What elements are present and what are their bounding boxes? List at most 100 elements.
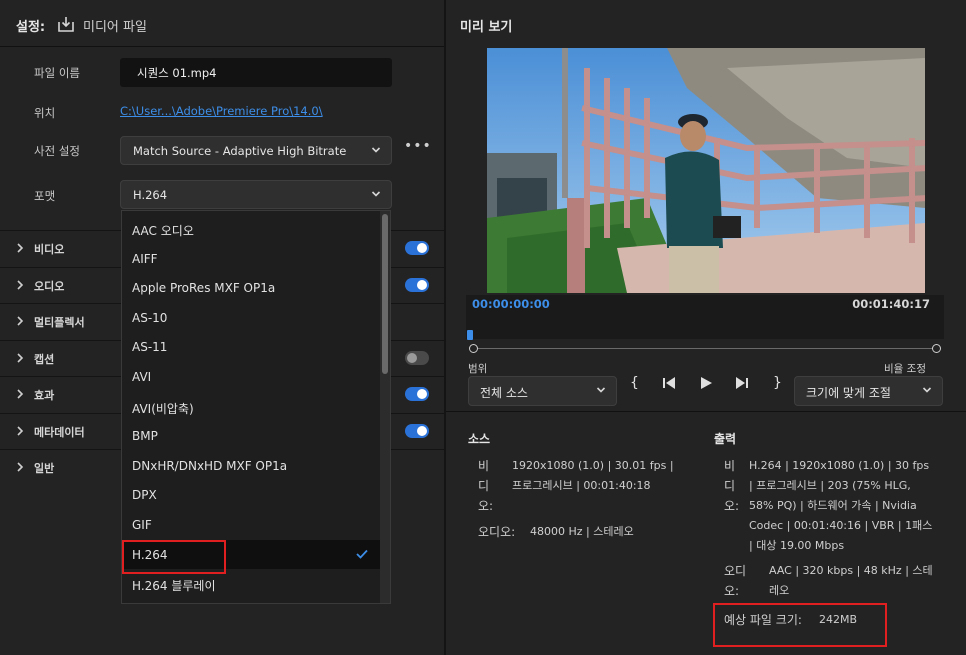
scale-label: 비율 조정 — [884, 363, 926, 375]
format-option-label: AS-11 — [132, 340, 168, 355]
chevron-right-icon — [17, 389, 24, 399]
chevron-right-icon — [17, 352, 24, 363]
scale-select[interactable]: 크기에 맞게 조절 — [794, 376, 943, 406]
format-option[interactable]: DNxHR/DNxHD MXF OP1a — [122, 451, 380, 481]
more-options-icon[interactable]: ••• — [404, 138, 431, 160]
format-option[interactable]: AAC 오디오 — [122, 214, 380, 244]
chevron-right-icon — [17, 462, 24, 472]
format-option[interactable]: AIFF — [122, 244, 380, 274]
format-option[interactable]: Apple ProRes MXF OP1a — [122, 273, 380, 303]
range-start-handle[interactable] — [469, 344, 478, 353]
format-select[interactable]: H.264 — [120, 180, 392, 209]
chevron-down-icon — [922, 387, 932, 393]
playhead[interactable] — [467, 330, 473, 340]
duration-timecode: 00:01:40:17 — [852, 297, 930, 311]
section-label: 메타데이터 — [34, 425, 85, 439]
preview-divider — [446, 411, 966, 412]
section-toggle[interactable] — [405, 350, 429, 365]
format-option[interactable]: AVI — [122, 362, 380, 392]
filesize-value: 242MB — [819, 613, 858, 626]
source-audio-value: 48000 Hz | 스테레오 — [530, 525, 634, 538]
format-option-label: H.264 블루레이 — [132, 579, 216, 594]
range-select[interactable]: 전체 소스 — [468, 376, 617, 406]
source-video-value: 1920x1080 (1.0) | 30.01 fps | 프로그레시브 | 0… — [512, 459, 674, 492]
format-option[interactable]: AS-10 — [122, 303, 380, 333]
location-link[interactable]: C:\User...\Adobe\Premiere Pro\14.0\ — [120, 104, 323, 118]
filename-label: 파일 이름 — [34, 66, 80, 80]
range-value: 전체 소스 — [480, 386, 528, 400]
section-toggle[interactable] — [405, 241, 429, 255]
range-label: 범위 — [468, 363, 488, 375]
output-audio-key: 오디오: — [724, 564, 747, 598]
format-label: 포맷 — [34, 189, 56, 203]
section-label: 오디오 — [34, 279, 65, 293]
section-label: 비디오 — [34, 243, 65, 256]
format-option-label: DPX — [132, 488, 157, 503]
format-option-label: AS-10 — [132, 310, 168, 325]
import-icon[interactable] — [57, 15, 75, 33]
dropdown-scrollbar[interactable] — [380, 211, 390, 603]
mark-in-button[interactable]: { — [630, 375, 648, 391]
format-option-label: AAC 오디오 — [132, 224, 194, 238]
checkmark-icon — [356, 549, 368, 559]
format-option-label: GIF — [132, 518, 152, 532]
source-audio-key: 오디오: — [478, 525, 516, 539]
chevron-down-icon — [371, 191, 381, 197]
location-label: 위치 — [34, 106, 56, 120]
format-option[interactable]: GIF — [122, 510, 380, 540]
scale-value: 크기에 맞게 조절 — [806, 386, 891, 400]
format-option-label: AVI(비압축) — [132, 401, 194, 416]
format-option[interactable]: AS-11 — [122, 332, 380, 362]
preset-value: Match Source - Adaptive High Bitrate — [133, 144, 347, 158]
chevron-right-icon — [17, 316, 24, 326]
filesize-label: 예상 파일 크기: — [724, 613, 802, 627]
output-video-value: H.264 | 1920x1080 (1.0) | 30 fps | 프로그레시… — [749, 459, 933, 552]
section-label: 캡션 — [34, 352, 55, 366]
chevron-down-icon — [596, 387, 606, 393]
range-end-handle[interactable] — [932, 344, 941, 353]
chevron-down-icon — [371, 147, 381, 153]
media-file-tab[interactable]: 미디어 파일 — [83, 16, 147, 35]
section-toggle[interactable] — [405, 277, 429, 292]
step-forward-icon[interactable] — [733, 375, 751, 391]
scrollbar-thumb[interactable] — [382, 214, 388, 374]
range-line — [474, 348, 937, 349]
highlight-box-format — [122, 540, 226, 574]
section-toggle[interactable] — [405, 387, 429, 401]
filename-input[interactable]: 시퀀스 01.mp4 — [120, 58, 392, 87]
format-option-label: AVI — [132, 370, 152, 384]
format-option-label: BMP — [132, 429, 158, 444]
preset-label: 사전 설정 — [34, 144, 80, 158]
preset-select[interactable]: Match Source - Adaptive High Bitrate — [120, 136, 392, 165]
filename-value: 시퀀스 01.mp4 — [137, 66, 217, 80]
format-option[interactable]: AVI(비압축) — [122, 392, 380, 422]
format-option-label: DNxHR/DNxHD MXF OP1a — [132, 458, 288, 473]
format-option-label: Apple ProRes MXF OP1a — [132, 281, 276, 296]
settings-title: 설정: — [16, 20, 46, 35]
section-label: 멀티플렉서 — [34, 316, 85, 329]
output-title: 출력 — [714, 432, 737, 446]
header-divider — [0, 46, 444, 47]
preview-video-frame — [487, 48, 925, 293]
format-value: H.264 — [133, 188, 168, 202]
mark-out-button[interactable]: } — [773, 375, 791, 391]
section-label: 효과 — [34, 389, 55, 402]
format-option-label: AIFF — [132, 251, 158, 266]
step-back-icon[interactable] — [660, 375, 678, 391]
scrub-track[interactable] — [466, 312, 944, 339]
format-option[interactable]: DPX — [122, 480, 380, 510]
source-video-key: 비디오: — [478, 459, 494, 513]
output-video-key: 비디오: — [724, 459, 740, 513]
play-icon[interactable] — [697, 375, 715, 391]
chevron-right-icon — [17, 425, 24, 436]
source-title: 소스 — [468, 432, 491, 446]
current-timecode[interactable]: 00:00:00:00 — [472, 297, 550, 311]
section-toggle[interactable] — [405, 423, 429, 438]
section-label: 일반 — [34, 462, 55, 475]
preview-title: 미리 보기 — [460, 20, 513, 35]
video-still-image — [487, 48, 925, 293]
output-audio-value: AAC | 320 kbps | 48 kHz | 스테레오 — [769, 564, 933, 597]
format-option[interactable]: BMP — [122, 421, 380, 451]
chevron-right-icon — [17, 279, 24, 290]
chevron-right-icon — [17, 243, 24, 253]
